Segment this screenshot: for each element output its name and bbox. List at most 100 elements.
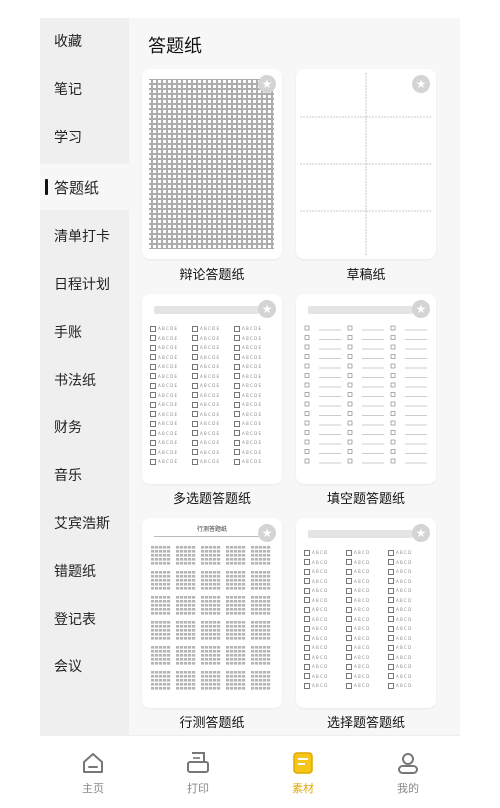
checkbox-icon — [234, 382, 240, 389]
tab-home[interactable]: 主页 — [68, 750, 118, 796]
bubble-cell — [159, 571, 163, 574]
star-icon[interactable]: ★ — [412, 300, 430, 318]
option-letters: A B C D E — [158, 440, 177, 446]
bubble-cell — [226, 596, 230, 599]
bubble-cell — [184, 550, 188, 553]
bubble-cell — [251, 612, 255, 615]
bubble-cell — [201, 608, 205, 611]
bubble-cell — [167, 596, 171, 599]
sidebar-item-favorites[interactable]: 收藏 — [40, 18, 129, 64]
bubble-cell — [255, 562, 259, 565]
bubble-cell — [167, 654, 171, 657]
bubble-cell — [201, 646, 205, 649]
bubble-cell — [213, 608, 217, 611]
checkbox-icon — [304, 325, 310, 331]
checkbox-icon — [346, 559, 352, 566]
bubble-cell — [184, 558, 188, 561]
star-icon[interactable]: ★ — [258, 524, 276, 542]
bubble-cell — [242, 662, 246, 665]
bubble-cell — [201, 554, 205, 557]
bubble-cell — [201, 629, 205, 632]
bubble-cell — [267, 646, 271, 649]
bubble-cell — [217, 671, 221, 674]
sidebar-item-ebbinghaus[interactable]: 艾宾浩斯 — [40, 500, 129, 546]
bubble-cell — [234, 558, 238, 561]
bubble-cell — [184, 646, 188, 649]
bubble-cell — [192, 621, 196, 624]
tab-print[interactable]: 打印 — [173, 750, 223, 796]
bubble-cell — [159, 583, 163, 586]
template-card-draft[interactable]: ★ — [296, 69, 436, 259]
option-group: A B C D E — [150, 344, 188, 351]
bubble-cell — [226, 600, 230, 603]
template-card-choice[interactable]: A B C D A B C D A B C D A B C D A B C D A B C… — [296, 518, 436, 708]
bubble-cell — [209, 683, 213, 686]
bubble-cell — [188, 600, 192, 603]
option-letters: A B C D E — [158, 354, 177, 360]
bubble-cell — [201, 612, 205, 615]
bubble-cell — [209, 612, 213, 615]
sidebar-item-study[interactable]: 学习 — [40, 114, 129, 160]
sidebar-item-mistakes[interactable]: 错题纸 — [40, 548, 129, 594]
sidebar-item-journal[interactable]: 手账 — [40, 309, 129, 355]
bubble-cell — [259, 600, 263, 603]
checkbox-icon — [390, 449, 396, 454]
sidebar-item-finance[interactable]: 财务 — [40, 404, 129, 450]
bubble-cell — [201, 662, 205, 665]
sidebar-item-answer-sheet[interactable]: 答题纸 — [40, 164, 129, 210]
bubble-cell — [188, 654, 192, 657]
template-card-xingce[interactable]: 行测答题纸 ★ — [142, 518, 282, 708]
bubble-cell — [163, 579, 167, 582]
bubble-cell — [188, 558, 192, 561]
option-letters: A B C D — [312, 607, 328, 613]
option-letters: A B C D E — [200, 383, 219, 389]
sidebar-item-checklist[interactable]: 清单打卡 — [40, 213, 129, 259]
bubble-cell — [242, 562, 246, 565]
star-icon[interactable]: ★ — [412, 524, 430, 542]
star-icon[interactable]: ★ — [258, 75, 276, 93]
checkbox-icon — [150, 335, 156, 342]
template-card-multi-choice[interactable]: A B C D E A B C D E A B C D E A B C D E A B … — [142, 294, 282, 484]
bubble-cell — [201, 600, 205, 603]
template-card-debate[interactable]: ★ — [142, 69, 282, 259]
option-letters: A B C D E — [200, 335, 219, 341]
tab-profile[interactable]: 我的 — [383, 750, 433, 796]
star-icon[interactable]: ★ — [412, 75, 430, 93]
checkbox-icon — [346, 673, 352, 680]
sidebar-item-register[interactable]: 登记表 — [40, 596, 129, 642]
sidebar-item-music[interactable]: 音乐 — [40, 452, 129, 498]
star-icon[interactable]: ★ — [258, 300, 276, 318]
option-row: A B C D EA B C D EA B C D E — [150, 419, 272, 429]
sidebar-item-notes[interactable]: 笔记 — [40, 66, 129, 112]
tab-materials[interactable]: 素材 — [278, 750, 328, 796]
bubble-cell — [242, 587, 246, 590]
bubble-cell — [217, 546, 221, 549]
bubble-cell — [234, 554, 238, 557]
bubble-cell — [230, 675, 234, 678]
bubble-cell — [176, 679, 180, 682]
bubble-cell — [263, 571, 267, 574]
template-card-fill-blank[interactable]: ★ — [296, 294, 436, 484]
sidebar-item-schedule[interactable]: 日程计划 — [40, 261, 129, 307]
bubble-cell — [205, 621, 209, 624]
bubble-cell — [234, 625, 238, 628]
bubble-cell — [163, 662, 167, 665]
option-letters: A B C D — [312, 645, 328, 651]
bubble-cell — [151, 575, 155, 578]
option-group: A B C D — [388, 559, 426, 566]
bubble-cell — [213, 575, 217, 578]
bubble-cell — [192, 600, 196, 603]
bubble-cell — [201, 650, 205, 653]
bubble-cell — [217, 600, 221, 603]
checkbox-icon — [304, 663, 310, 670]
sidebar-item-label: 会议 — [54, 659, 82, 675]
checkbox-icon — [346, 568, 352, 575]
option-letters: A B C D — [354, 597, 370, 603]
bubble-cell — [201, 562, 205, 565]
sidebar-item-calligraphy[interactable]: 书法纸 — [40, 357, 129, 403]
bubble-cell — [180, 650, 184, 653]
sidebar-item-meeting[interactable]: 会议 — [40, 643, 129, 689]
checkbox-icon — [347, 344, 353, 350]
checkbox-icon — [304, 382, 310, 388]
option-group: A B C D E — [192, 325, 230, 332]
